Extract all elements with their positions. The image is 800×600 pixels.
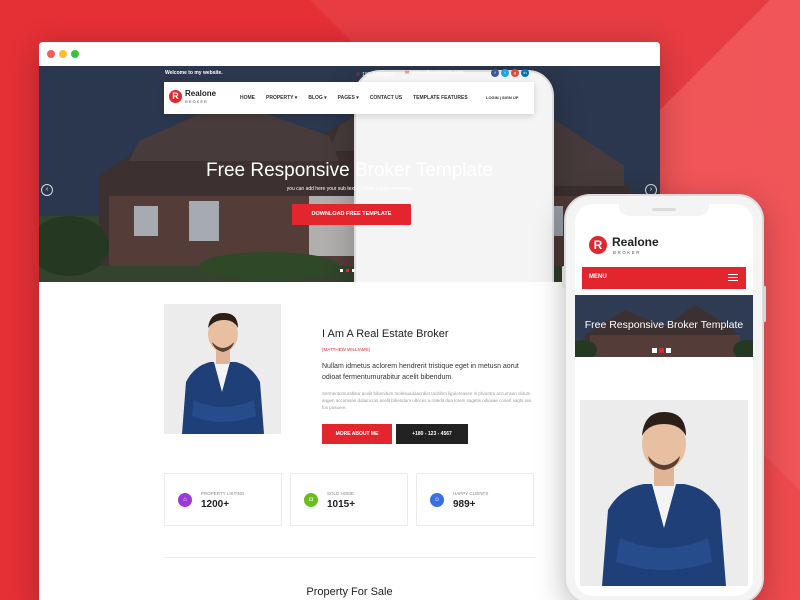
stat-label: HAPPY CLIENTS <box>453 491 489 496</box>
stat-card-sold-home: ◘ SOLD HOME 1015+ <box>290 473 408 526</box>
facebook-icon[interactable]: f <box>491 69 499 77</box>
slider-dot[interactable] <box>352 269 355 272</box>
login-signup-links[interactable]: LOGIN | SIGN UP <box>486 95 518 100</box>
mobile-slider-dots <box>652 348 671 353</box>
main-navbar: R Realone BROKER HOME PROPERTY ▾ BLOG ▾ … <box>164 82 534 114</box>
phone-notch <box>619 204 709 216</box>
smile-icon: ☺ <box>430 493 444 507</box>
about-body-text: Sermentumurabitur acelit bibendum molesu… <box>322 391 532 410</box>
slider-dot[interactable] <box>652 348 657 353</box>
close-window-icon[interactable] <box>47 50 55 58</box>
nav-item-pages[interactable]: PAGES ▾ <box>338 95 359 101</box>
phone-volume-button <box>562 266 565 288</box>
nav-item-home[interactable]: HOME <box>240 95 255 101</box>
stat-card-property-listing: ⌂ PROPERTY LISTING 1200+ <box>164 473 282 526</box>
topbar-phone-number: 180-123-4567 <box>362 72 394 78</box>
mobile-broker-portrait-image <box>580 400 748 586</box>
logo-name[interactable]: Realone <box>185 89 216 98</box>
mobile-menu-bar[interactable]: MENU <box>582 267 746 289</box>
mobile-hero-title: Free Responsive Broker Template <box>584 319 744 331</box>
topbar-email[interactable]: ✉ broker@realestate.com <box>405 70 463 76</box>
phone-power-button <box>763 286 766 322</box>
minimize-window-icon[interactable] <box>59 50 67 58</box>
mobile-broker-photo <box>580 400 748 586</box>
stat-value: 1200+ <box>201 499 230 510</box>
nav-item-property[interactable]: PROPERTY ▾ <box>266 95 297 101</box>
section-divider <box>164 557 536 558</box>
nav-item-contact[interactable]: CONTACT US <box>370 95 402 101</box>
nav-item-template-features[interactable]: TEMPLATE FEATURES <box>413 95 468 101</box>
hero-subtitle: you can add here your sub text of slider… <box>286 186 413 192</box>
stat-value: 1015+ <box>327 499 356 510</box>
phone-speaker <box>652 208 676 211</box>
about-lead-text: Nullam idmetus aclorem hendrerit tristiq… <box>322 363 519 381</box>
slider-dot-active[interactable] <box>346 269 349 272</box>
mobile-logo-tagline: BROKER <box>613 250 642 255</box>
social-links: f t g in <box>491 69 529 77</box>
broker-photo <box>164 304 281 434</box>
maximize-window-icon[interactable] <box>71 50 79 58</box>
twitter-icon[interactable]: t <box>501 69 509 77</box>
download-template-button[interactable]: DOWNLOAD FREE TEMPLATE <box>292 204 411 225</box>
stat-label: PROPERTY LISTING <box>201 491 245 496</box>
call-phone-button[interactable]: +180 - 123 - 4567 <box>396 424 468 444</box>
phone-icon: ✆ <box>356 72 361 78</box>
hero-title: Free Responsive Broker Template <box>206 160 493 181</box>
slider-dots <box>340 269 355 272</box>
stat-label: SOLD HOME <box>327 491 355 496</box>
phone-mockup: R Realone BROKER MENU Free Responsive Br… <box>562 194 766 600</box>
mobile-logo-name[interactable]: Realone <box>612 235 659 249</box>
slider-dot-active[interactable] <box>659 348 664 353</box>
more-about-me-button[interactable]: MORE ABOUT ME <box>322 424 392 444</box>
slider-prev-icon[interactable]: ‹ <box>41 184 53 196</box>
mobile-menu-label: MENU <box>589 274 607 280</box>
top-info-bar: Welcome to my website. ✆ 180-123-4567 ✉ br… <box>39 66 660 282</box>
slider-dot[interactable] <box>666 348 671 353</box>
stat-card-happy-clients: ☺ HAPPY CLIENTS 989+ <box>416 473 534 526</box>
mobile-hero-slider: Free Responsive Broker Template <box>575 295 753 357</box>
about-title: I Am A Real Estate Broker <box>322 328 449 340</box>
welcome-text: Welcome to my website. <box>165 70 223 76</box>
google-plus-icon[interactable]: g <box>511 69 519 77</box>
mobile-logo-icon[interactable]: R <box>589 236 607 254</box>
nav-menu: HOME PROPERTY ▾ BLOG ▾ PAGES ▾ CONTACT U… <box>240 95 468 101</box>
phone-screen: R Realone BROKER MENU Free Responsive Br… <box>575 204 753 596</box>
broker-name: {MATTHEW WILLIAMS} <box>322 347 371 352</box>
logo-icon[interactable]: R <box>169 90 182 103</box>
browser-titlebar <box>39 42 660 66</box>
logo-tagline: BROKER <box>185 99 208 104</box>
broker-portrait-image <box>164 304 281 434</box>
slider-dot[interactable] <box>340 269 343 272</box>
home-icon: ⌂ <box>178 493 192 507</box>
hamburger-icon[interactable] <box>728 274 738 283</box>
lock-icon: ◘ <box>304 493 318 507</box>
topbar-email-address: broker@realestate.com <box>411 70 464 76</box>
linkedin-icon[interactable]: in <box>521 69 529 77</box>
stat-value: 989+ <box>453 499 476 510</box>
nav-item-blog[interactable]: BLOG ▾ <box>308 95 326 101</box>
mail-icon: ✉ <box>405 70 410 76</box>
